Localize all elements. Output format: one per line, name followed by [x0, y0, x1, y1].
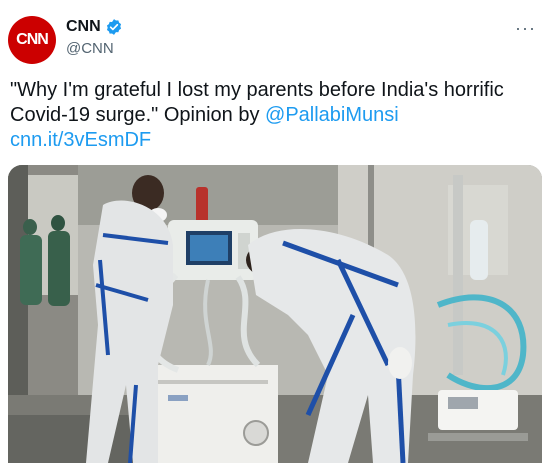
author-name-row: CNN [66, 18, 123, 36]
mention-link[interactable]: @PallabiMunsi [265, 104, 399, 126]
tweet-text: "Why I'm grateful I lost my parents befo… [10, 78, 540, 153]
handle[interactable]: @CNN [66, 40, 114, 57]
tweet: CNN CNN @CNN ··· "Why I'm grateful I los… [0, 0, 550, 463]
display-name[interactable]: CNN [66, 18, 101, 36]
short-link[interactable]: cnn.it/3vEsmDF [10, 129, 151, 151]
tweet-photo[interactable] [8, 165, 542, 463]
verified-badge-icon [105, 18, 123, 36]
hospital-photo [8, 165, 542, 463]
tweet-quote: "Why I'm grateful I lost my parents befo… [10, 79, 504, 126]
avatar[interactable]: CNN [8, 16, 56, 64]
more-options-icon[interactable]: ··· [515, 18, 536, 39]
